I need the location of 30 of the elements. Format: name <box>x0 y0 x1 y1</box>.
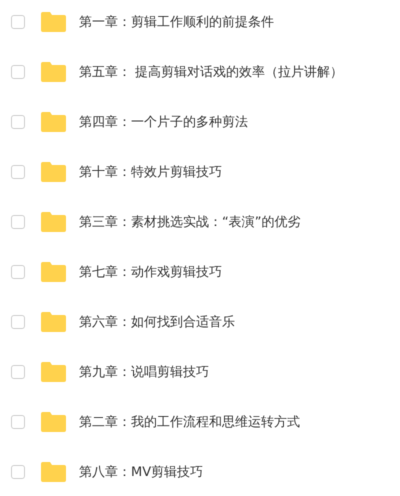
checkbox[interactable] <box>11 365 25 379</box>
checkbox[interactable] <box>11 65 25 79</box>
folder-icon <box>41 212 66 232</box>
folder-name[interactable]: 第三章：素材挑选实战：“表演”的优劣 <box>79 213 300 231</box>
folder-icon <box>41 162 66 182</box>
folder-name[interactable]: 第二章：我的工作流程和思维运转方式 <box>79 413 300 431</box>
folder-name[interactable]: 第七章：动作戏剪辑技巧 <box>79 263 222 281</box>
checkbox[interactable] <box>11 115 25 129</box>
folder-icon <box>41 412 66 432</box>
checkbox[interactable] <box>11 315 25 329</box>
folder-icon <box>41 112 66 132</box>
folder-icon <box>41 12 66 32</box>
folder-icon <box>41 362 66 382</box>
folder-icon <box>41 262 66 282</box>
folder-icon <box>41 62 66 82</box>
folder-icon <box>41 312 66 332</box>
checkbox[interactable] <box>11 165 25 179</box>
folder-name[interactable]: 第九章：说唱剪辑技巧 <box>79 363 209 381</box>
checkbox[interactable] <box>11 465 25 479</box>
folder-name[interactable]: 第一章：剪辑工作顺利的前提条件 <box>79 13 274 31</box>
checkbox[interactable] <box>11 215 25 229</box>
folder-name[interactable]: 第四章：一个片子的多种剪法 <box>79 113 248 131</box>
checkbox[interactable] <box>11 15 25 29</box>
folder-icon <box>41 462 66 482</box>
folder-name[interactable]: 第五章： 提高剪辑对话戏的效率（拉片讲解） <box>79 63 344 81</box>
folder-name[interactable]: 第八章：MV剪辑技巧 <box>79 463 204 481</box>
checkbox[interactable] <box>11 265 25 279</box>
folder-name[interactable]: 第十章：特效片剪辑技巧 <box>79 163 222 181</box>
folder-name[interactable]: 第六章：如何找到合适音乐 <box>79 313 235 331</box>
checkbox[interactable] <box>11 415 25 429</box>
